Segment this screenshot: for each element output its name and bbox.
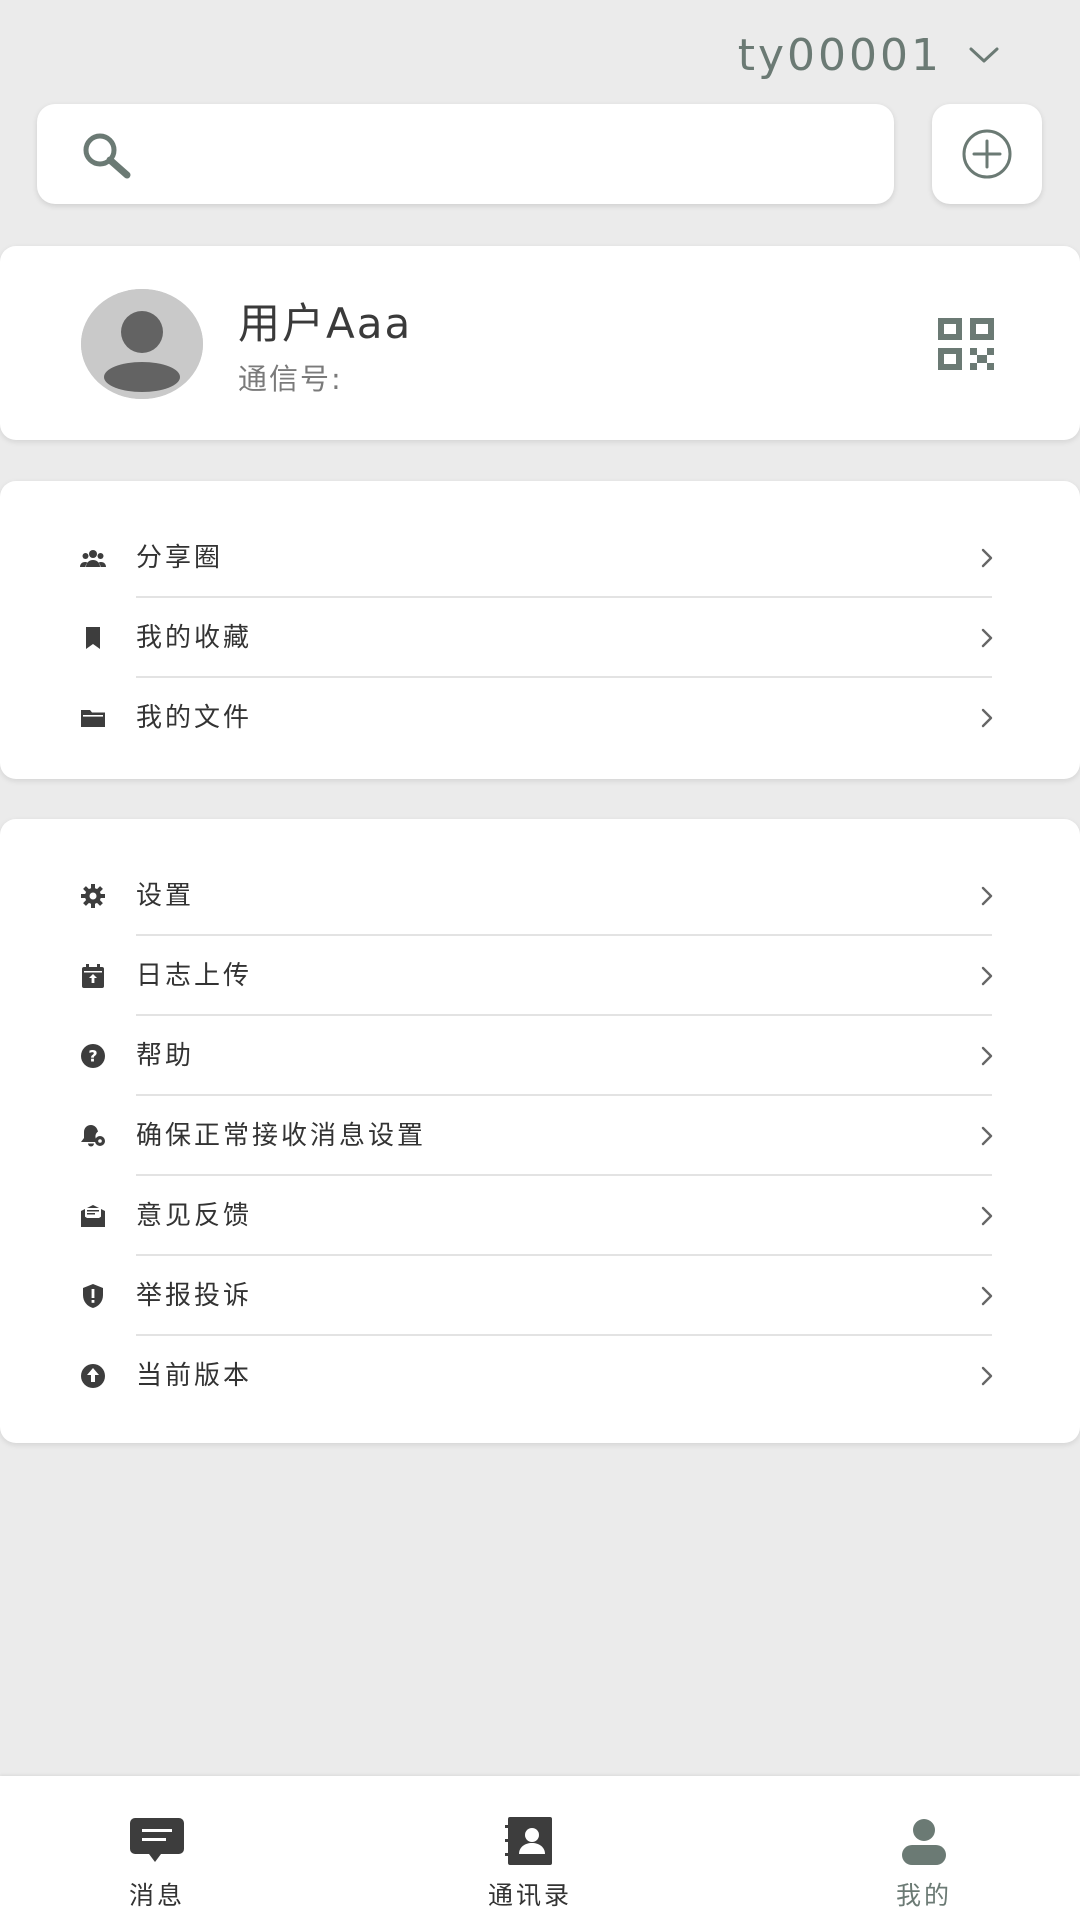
menu-item-log-upload[interactable]: 日志上传: [0, 936, 1080, 1016]
bookmark-icon: [86, 627, 100, 649]
nav-tab-contacts[interactable]: 通讯录: [410, 1776, 650, 1920]
calendar-upload-icon: [82, 964, 104, 988]
chevron-right-icon: [981, 1366, 993, 1386]
plus-circle-icon: [962, 129, 1012, 179]
avatar[interactable]: [81, 289, 203, 399]
chevron-right-icon: [981, 708, 993, 728]
menu-item-label: 举报投诉: [136, 1281, 253, 1311]
chevron-down-icon: [969, 47, 999, 63]
account-switcher[interactable]: ty00001: [738, 25, 1000, 85]
search-icon: [83, 133, 131, 179]
qr-code-icon[interactable]: [938, 318, 994, 370]
menu-item-version[interactable]: 当前版本: [0, 1336, 1080, 1416]
menu-item-feedback[interactable]: 意见反馈: [0, 1176, 1080, 1256]
nav-label: 消息: [128, 1881, 185, 1910]
contacts-icon: [505, 1817, 552, 1865]
nav-label: 我的: [895, 1881, 952, 1910]
upgrade-icon: [81, 1364, 105, 1388]
menu-item-label: 意见反馈: [136, 1201, 253, 1231]
menu-item-label: 日志上传: [136, 961, 253, 991]
chevron-right-icon: [981, 886, 993, 906]
menu-item-label: 当前版本: [136, 1361, 253, 1391]
menu-item-notification-settings[interactable]: 确保正常接收消息设置: [0, 1096, 1080, 1176]
default-avatar-icon: [81, 289, 203, 399]
menu-item-report[interactable]: 举报投诉: [0, 1256, 1080, 1336]
nav-tab-me[interactable]: 我的: [804, 1776, 1044, 1920]
share-circle-icon: [80, 550, 106, 567]
svg-text:?: ?: [88, 1047, 97, 1066]
chevron-right-icon: [981, 966, 993, 986]
menu-item-files[interactable]: 我的文件: [0, 678, 1080, 758]
menu-card-secondary: 设置 日志上传 ? 帮助 确保正常接收消息设置 意见反馈 举报投诉 当前版本: [0, 819, 1080, 1443]
profile-account-id: 通信号:: [238, 362, 343, 396]
help-icon: ?: [81, 1044, 105, 1068]
person-icon: [902, 1819, 946, 1865]
bell-settings-icon: [81, 1125, 105, 1147]
menu-item-label: 我的收藏: [136, 623, 253, 653]
menu-card-primary: 分享圈 我的收藏 我的文件: [0, 481, 1080, 779]
bottom-nav: 消息 通讯录 我的: [0, 1776, 1080, 1920]
menu-item-settings[interactable]: 设置: [0, 856, 1080, 936]
profile-card[interactable]: 用户Aaa 通信号:: [0, 246, 1080, 440]
mail-icon: [81, 1205, 105, 1227]
chevron-right-icon: [981, 628, 993, 648]
chevron-right-icon: [981, 1286, 993, 1306]
menu-item-label: 我的文件: [136, 703, 253, 733]
nav-tab-messages[interactable]: 消息: [37, 1776, 277, 1920]
search-bar[interactable]: [37, 104, 894, 204]
menu-item-favorites[interactable]: 我的收藏: [0, 598, 1080, 678]
menu-item-label: 确保正常接收消息设置: [136, 1121, 427, 1151]
menu-item-help[interactable]: ? 帮助: [0, 1016, 1080, 1096]
gear-icon: [81, 884, 105, 908]
menu-item-share-circle[interactable]: 分享圈: [0, 518, 1080, 598]
account-name: ty00001: [737, 29, 942, 81]
chat-icon: [130, 1818, 184, 1862]
profile-username: 用户Aaa: [238, 299, 413, 348]
menu-item-label: 设置: [136, 881, 195, 911]
menu-item-label: 分享圈: [136, 543, 224, 573]
chevron-right-icon: [981, 1206, 993, 1226]
menu-item-label: 帮助: [136, 1041, 195, 1071]
folder-icon: [81, 710, 105, 727]
chevron-right-icon: [981, 548, 993, 568]
add-button[interactable]: [932, 104, 1042, 204]
chevron-right-icon: [981, 1126, 993, 1146]
shield-alert-icon: [83, 1284, 103, 1308]
nav-label: 通讯录: [487, 1881, 572, 1910]
search-input[interactable]: [167, 124, 871, 186]
chevron-right-icon: [981, 1046, 993, 1066]
